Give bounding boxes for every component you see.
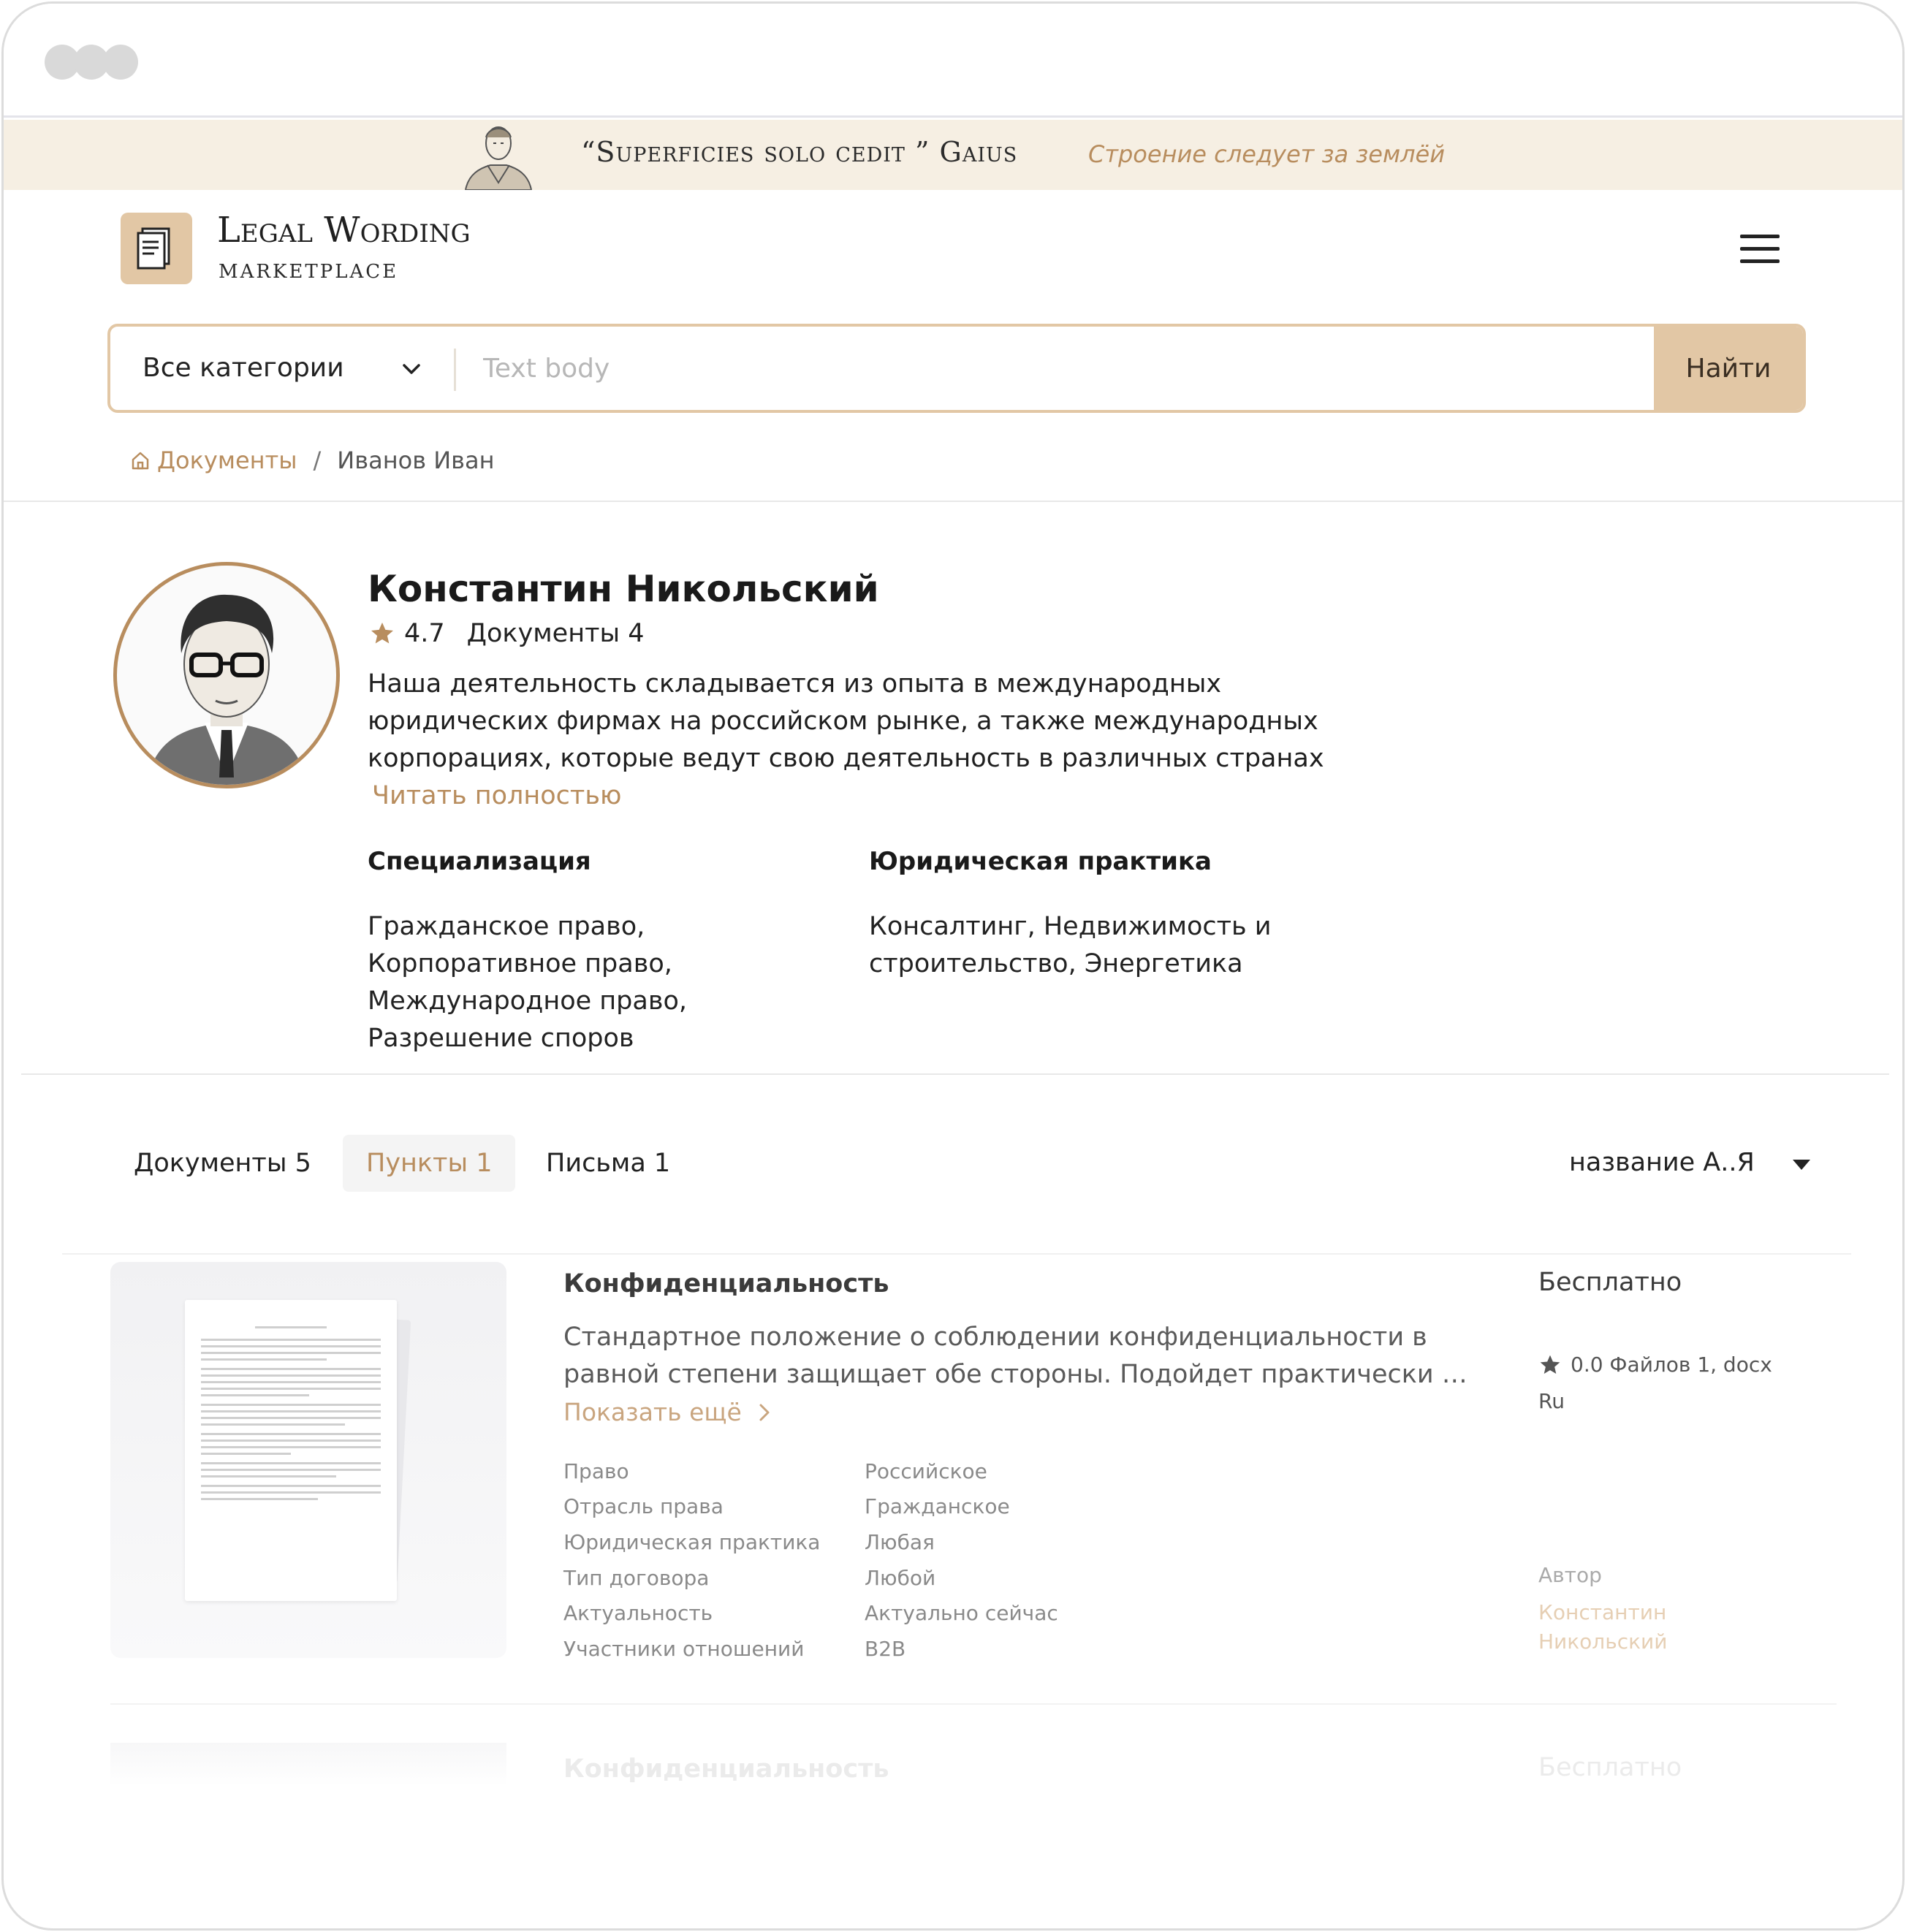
attribute-label: Тип договора <box>563 1566 710 1590</box>
divider <box>110 1703 1837 1705</box>
document-thumbnail[interactable] <box>110 1262 506 1658</box>
sort-select[interactable]: название А..Я <box>1569 1148 1755 1177</box>
card-description-line: равной степени защищает обе стороны. Под… <box>563 1360 1470 1389</box>
search-divider <box>454 349 456 391</box>
attribute-value: Любая <box>865 1530 935 1554</box>
category-select[interactable]: Все категории <box>143 353 344 383</box>
profile-documents-count: Документы 4 <box>466 619 645 648</box>
home-icon[interactable] <box>129 449 151 471</box>
chevron-down-icon[interactable] <box>397 354 426 384</box>
card-meta: 0.0 Файлов 1, docx <box>1538 1353 1772 1377</box>
attribute-value: B2B <box>865 1637 906 1661</box>
logo-subtitle: MARKETPLACE <box>219 261 399 283</box>
card-price: Бесплатно <box>1538 1268 1682 1297</box>
author-label: Автор <box>1538 1563 1602 1587</box>
specialization-text: Гражданское право, Корпоративное право, … <box>368 912 688 1053</box>
window-zoom-dot[interactable] <box>103 45 138 80</box>
practice-text: Консалтинг, Недвижимость и строительство… <box>869 912 1272 978</box>
latin-quote: “Superficies solo cedit ” Gaius <box>581 136 1018 168</box>
show-more-label: Показать ещё <box>563 1398 742 1426</box>
card-description-line: Стандартное положение о соблюдении конфи… <box>563 1323 1427 1352</box>
logo-icon[interactable] <box>121 213 192 284</box>
quote-banner: “Superficies solo cedit ” Gaius Строение… <box>4 120 1902 190</box>
search-bar: Все категории Найти <box>107 324 1806 413</box>
star-icon <box>1540 1355 1560 1374</box>
profile-about: Наша деятельность складывается из опыта … <box>368 669 1324 773</box>
breadcrumb-current: Иванов Иван <box>337 446 495 474</box>
attribute-label: Участники отношений <box>563 1637 805 1661</box>
card-language: Ru <box>1538 1389 1565 1413</box>
breadcrumb-separator: / <box>313 446 322 474</box>
read-more-link[interactable]: Читать полностью <box>372 781 621 810</box>
breadcrumb-documents-link[interactable]: Документы <box>157 446 297 474</box>
author-link[interactable]: Константин Никольский <box>1538 1598 1699 1657</box>
specialization-heading: Специализация <box>368 847 591 876</box>
card-title[interactable]: Конфиденциальность <box>563 1269 889 1298</box>
divider <box>62 1253 1851 1255</box>
breadcrumb: Документы / Иванов Иван <box>129 446 495 474</box>
attribute-label: Актуальность <box>563 1601 713 1625</box>
card-title[interactable]: Конфиденциальность <box>563 1754 889 1784</box>
document-preview <box>185 1300 397 1601</box>
attribute-value: Актуально сейчас <box>865 1601 1058 1625</box>
avatar <box>113 562 340 788</box>
profile-rating: 4.7 <box>404 619 445 648</box>
window-titlebar <box>4 4 1902 118</box>
attribute-label: Юридическая практика <box>563 1530 821 1554</box>
quote-translation: Строение следует за землёй <box>1088 140 1446 168</box>
divider <box>4 501 1902 502</box>
logo-title[interactable]: Legal Wording <box>217 210 471 251</box>
profile-name: Константин Никольский <box>368 568 879 610</box>
tab-documents[interactable]: Документы 5 <box>110 1135 335 1192</box>
card-price: Бесплатно <box>1538 1753 1682 1782</box>
star-icon <box>371 623 393 644</box>
divider <box>21 1073 1889 1075</box>
search-button[interactable]: Найти <box>1654 327 1803 410</box>
tab-letters[interactable]: Письма 1 <box>523 1135 694 1192</box>
tab-clauses[interactable]: Пункты 1 <box>343 1135 516 1192</box>
attribute-value: Гражданское <box>865 1494 1010 1518</box>
show-more-link[interactable]: Показать ещё <box>563 1398 771 1426</box>
attribute-label: Право <box>563 1459 629 1483</box>
attribute-value: Любой <box>865 1566 936 1590</box>
roman-bust-icon <box>464 126 533 190</box>
attribute-label: Отрасль права <box>563 1494 724 1518</box>
card-rating-files: 0.0 Файлов 1, docx <box>1571 1353 1772 1377</box>
caret-down-icon[interactable] <box>1791 1158 1812 1171</box>
document-thumbnail[interactable] <box>110 1743 506 1787</box>
browser-window: “Superficies solo cedit ” Gaius Строение… <box>1 1 1905 1931</box>
search-input[interactable] <box>483 344 1579 392</box>
attribute-value: Российское <box>865 1459 987 1483</box>
profile-stats: 4.7 Документы 4 <box>369 619 645 648</box>
chevron-right-icon <box>759 1404 770 1421</box>
card-description: Стандартное положение о соблюдении конфи… <box>563 1319 1470 1393</box>
menu-icon[interactable] <box>1740 235 1780 264</box>
practice-heading: Юридическая практика <box>869 847 1212 876</box>
